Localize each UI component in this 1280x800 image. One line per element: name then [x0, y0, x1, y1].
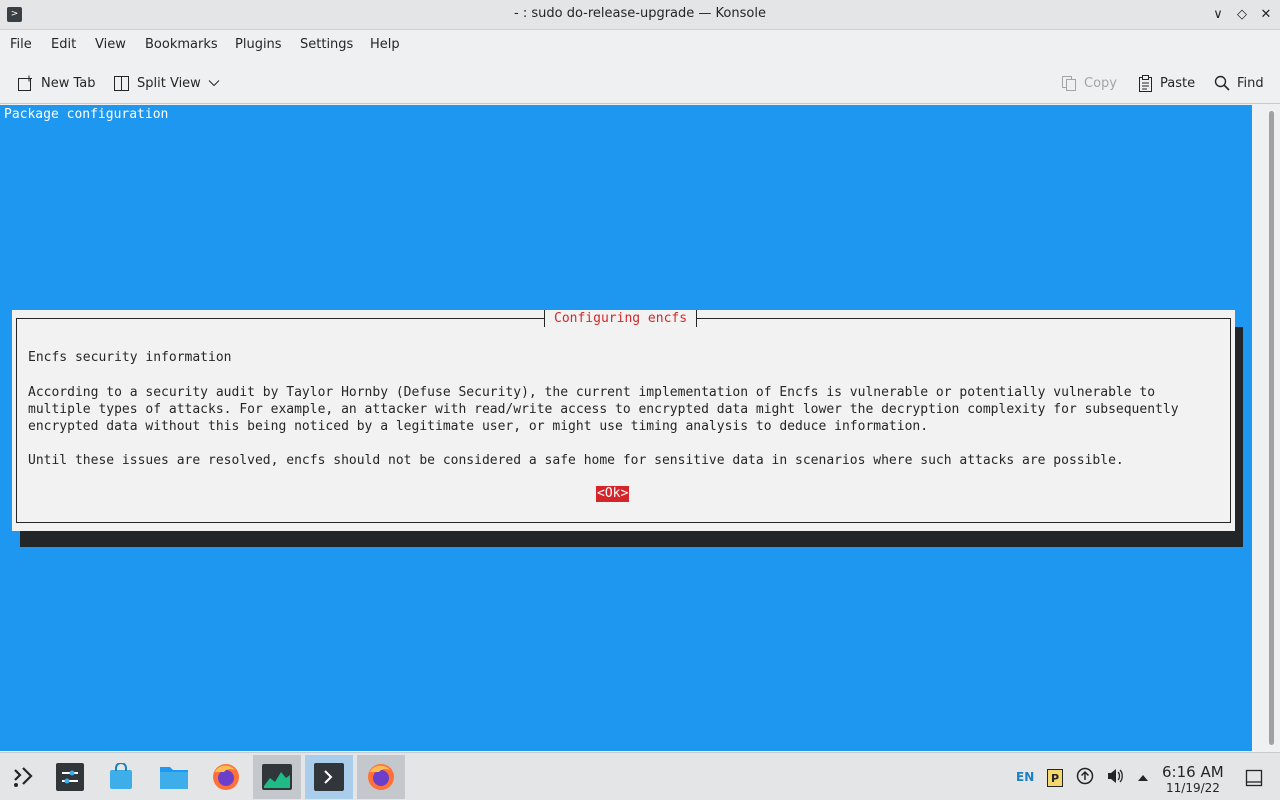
volume-icon[interactable] [1106, 767, 1124, 788]
svg-text:P: P [1051, 772, 1059, 785]
paste-icon [1138, 74, 1153, 92]
window-title: - : sudo do-release-upgrade — Konsole [514, 6, 766, 21]
discover-store-icon[interactable] [97, 755, 145, 799]
menu-edit[interactable]: Edit [51, 37, 76, 52]
menu-help[interactable]: Help [370, 37, 400, 52]
chevron-down-icon[interactable] [208, 79, 220, 87]
split-view-button[interactable]: Split View [113, 72, 220, 94]
minimize-button[interactable]: ∨ [1208, 5, 1228, 25]
ok-button[interactable]: <Ok> [596, 486, 630, 502]
paste-label: Paste [1160, 75, 1196, 91]
find-label: Find [1237, 75, 1264, 91]
copy-icon [1061, 75, 1077, 92]
system-monitor-icon[interactable] [253, 755, 301, 799]
main-toolbar: New Tab Split View Copy Paste Find [0, 60, 1280, 104]
copy-label: Copy [1084, 75, 1117, 91]
keyboard-layout-indicator[interactable]: EN [1016, 770, 1034, 784]
maximize-button[interactable]: ◇ [1232, 5, 1252, 25]
split-view-icon [113, 75, 130, 92]
menu-settings[interactable]: Settings [300, 37, 353, 52]
application-launcher-icon[interactable] [0, 755, 48, 799]
tray-expand-arrow-icon[interactable] [1137, 771, 1149, 785]
new-tab-icon [17, 75, 34, 92]
clipboard-icon[interactable]: P [1046, 767, 1064, 790]
system-settings-icon[interactable] [46, 755, 94, 799]
clock-time[interactable]: 6:16 AM [1162, 763, 1224, 781]
terminal-view[interactable]: Package configuration Configuring encfs … [0, 105, 1252, 751]
split-view-label: Split View [137, 75, 201, 91]
show-desktop-icon[interactable] [1245, 769, 1263, 790]
dialog-paragraph-line: According to a security audit by Taylor … [28, 385, 1156, 400]
clock-date[interactable]: 11/19/22 [1166, 781, 1220, 795]
menu-plugins[interactable]: Plugins [235, 37, 282, 52]
configuration-dialog: Configuring encfs Encfs security informa… [12, 310, 1235, 531]
dialog-paragraph-line: multiple types of attacks. For example, … [28, 402, 1179, 417]
new-tab-label: New Tab [41, 75, 96, 91]
close-button[interactable]: ✕ [1256, 5, 1276, 25]
window-titlebar: > - : sudo do-release-upgrade — Konsole … [0, 0, 1280, 30]
taskbar: EN P 6:16 AM 11/19/22 [0, 752, 1280, 800]
screen-title: Package configuration [4, 107, 169, 122]
dialog-title: Configuring encfs [544, 310, 698, 327]
dolphin-files-icon[interactable] [150, 755, 198, 799]
konsole-icon[interactable] [305, 755, 353, 799]
dialog-paragraph-line: encrypted data without this being notice… [28, 419, 929, 434]
menu-view[interactable]: View [95, 37, 126, 52]
copy-button[interactable]: Copy [1061, 72, 1117, 94]
dialog-paragraph-warning: Until these issues are resolved, encfs s… [28, 453, 1124, 468]
menu-bar: File Edit View Bookmarks Plugins Setting… [0, 30, 1280, 60]
dialog-heading: Encfs security information [28, 350, 232, 365]
firefox-window-icon[interactable] [357, 755, 405, 799]
update-notifier-icon[interactable] [1076, 767, 1094, 788]
find-button[interactable]: Find [1214, 72, 1264, 94]
menu-file[interactable]: File [10, 37, 32, 52]
search-icon [1214, 75, 1230, 91]
firefox-icon[interactable] [202, 755, 250, 799]
scrollbar-thumb[interactable] [1269, 111, 1274, 745]
paste-button[interactable]: Paste [1138, 72, 1195, 94]
new-tab-button[interactable]: New Tab [17, 72, 96, 94]
terminal-scrollbar[interactable] [1252, 105, 1280, 751]
menu-bookmarks[interactable]: Bookmarks [145, 37, 218, 52]
